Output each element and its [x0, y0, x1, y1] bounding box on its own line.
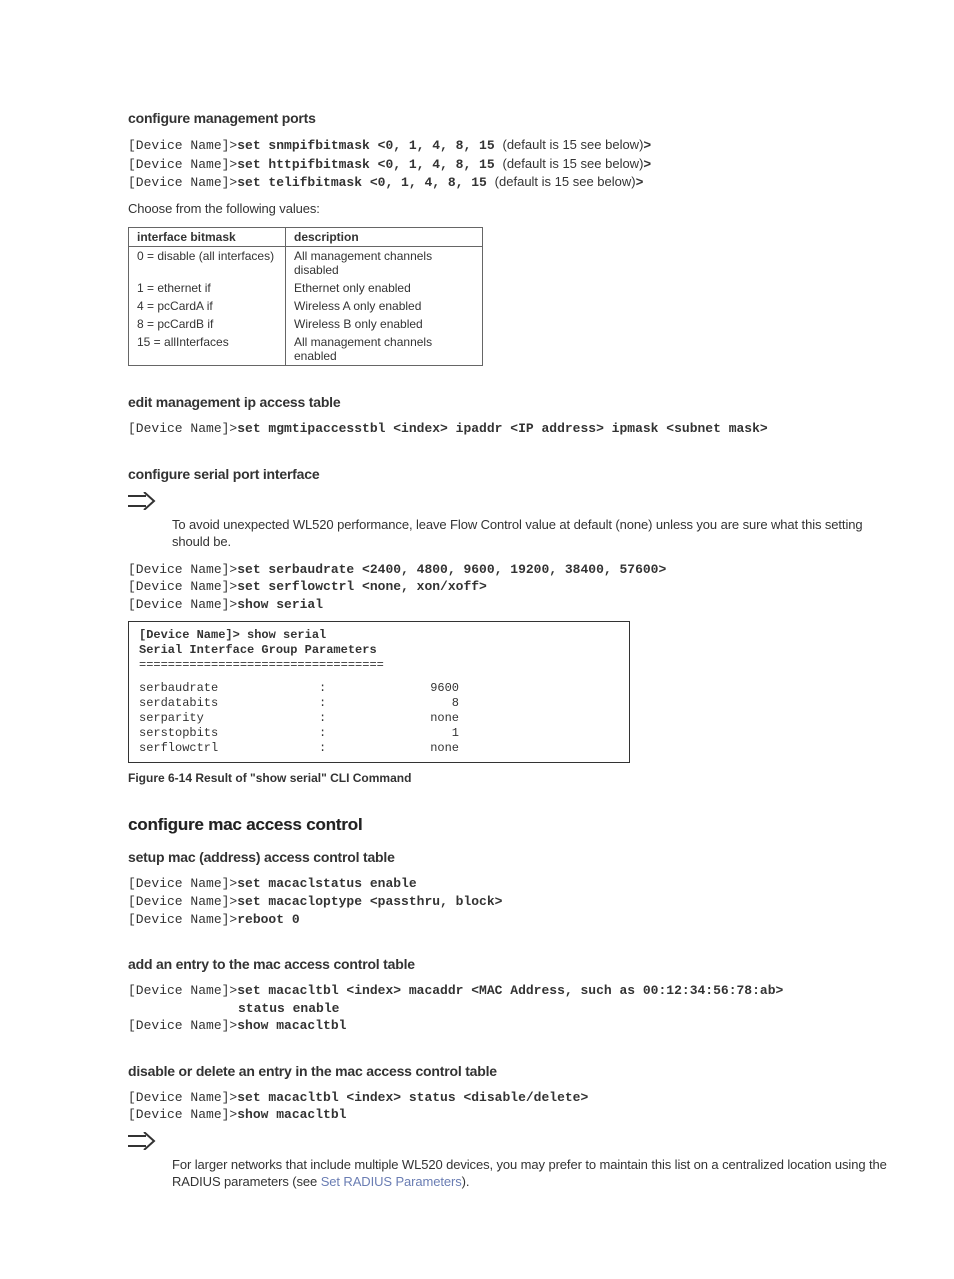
prompt: [Device Name]> — [128, 983, 237, 998]
figure-caption: Figure 6-14 Result of "show serial" CLI … — [128, 771, 894, 785]
cli-block-disable-mac: [Device Name]>set macacltbl <index> stat… — [128, 1089, 894, 1124]
link-set-radius-parameters[interactable]: Set RADIUS Parameters — [321, 1174, 462, 1189]
note-text: For larger networks that include multipl… — [172, 1156, 894, 1191]
note-arrow-icon — [128, 492, 156, 510]
serial-output-row: serdatabits:8 — [139, 696, 619, 711]
cli-block-setup-mac: [Device Name]>set macaclstatus enable [D… — [128, 875, 894, 928]
cli-cmd: set telifbitmask <0, 1, 4, 8, 15 — [237, 175, 494, 190]
heading-configure-mac-access-control: configure mac access control — [128, 815, 894, 835]
cli-cmd: set macacloptype <passthru, block> — [237, 894, 502, 909]
prompt: [Device Name]> — [128, 562, 237, 577]
table-row: 1 = ethernet ifEthernet only enabled — [129, 279, 483, 297]
cli-cmd: set serbaudrate <2400, 4800, 9600, 19200… — [237, 562, 666, 577]
section-configure-serial-port-interface: configure serial port interface To avoid… — [128, 466, 894, 786]
prompt: [Device Name]> — [128, 876, 237, 891]
cli-cmd: show serial — [237, 597, 323, 612]
prompt: [Device Name]> — [128, 138, 237, 153]
serial-output-row: serbaudrate:9600 — [139, 681, 619, 696]
prompt: [Device Name]> — [128, 894, 237, 909]
cli-cmd: set mgmtipaccesstbl <index> ipaddr <IP a… — [237, 421, 768, 436]
note-arrow-icon — [128, 1132, 156, 1150]
prompt: [Device Name]> — [128, 912, 237, 927]
cli-block-serial: [Device Name]>set serbaudrate <2400, 480… — [128, 561, 894, 614]
table-row: 8 = pcCardB ifWireless B only enabled — [129, 315, 483, 333]
heading-configure-management-ports: configure management ports — [128, 110, 894, 126]
cli-cmd: status enable — [238, 1001, 339, 1016]
note-text: To avoid unexpected WL520 performance, l… — [172, 516, 894, 551]
prompt: [Device Name]> — [128, 597, 237, 612]
serial-output-line: [Device Name]> show serial — [139, 628, 619, 643]
serial-output-sep: ================================== — [139, 658, 619, 673]
cli-cmd: set httpifbitmask <0, 1, 4, 8, 15 — [237, 157, 502, 172]
heading-disable-delete-mac-entry: disable or delete an entry in the mac ac… — [128, 1063, 894, 1079]
serial-output-row: serstopbits:1 — [139, 726, 619, 741]
prompt: [Device Name]> — [128, 1090, 237, 1105]
table-header: interface bitmask — [129, 228, 286, 247]
cli-block-add-mac: [Device Name]>set macacltbl <index> maca… — [128, 982, 894, 1035]
serial-output-row: serparity:none — [139, 711, 619, 726]
serial-output-box: [Device Name]> show serial Serial Interf… — [128, 621, 630, 763]
heading-edit-management-ip-access-table: edit management ip access table — [128, 394, 894, 410]
section-edit-management-ip-access-table: edit management ip access table [Device … — [128, 394, 894, 438]
table-row: 4 = pcCardA ifWireless A only enabled — [129, 297, 483, 315]
section-disable-delete-mac-entry: disable or delete an entry in the mac ac… — [128, 1063, 894, 1191]
cli-cmd: set macaclstatus enable — [237, 876, 416, 891]
cli-block-management-ports: [Device Name]>set snmpifbitmask <0, 1, 4… — [128, 136, 894, 192]
serial-output-line: Serial Interface Group Parameters — [139, 643, 619, 658]
heading-setup-mac-access-table: setup mac (address) access control table — [128, 849, 894, 865]
prompt: [Device Name]> — [128, 1107, 237, 1122]
interface-bitmask-table: interface bitmask description 0 = disabl… — [128, 227, 483, 366]
section-configure-management-ports: configure management ports [Device Name]… — [128, 110, 894, 366]
table-row: 0 = disable (all interfaces)All manageme… — [129, 247, 483, 280]
cli-cmd: show macacltbl — [237, 1018, 346, 1033]
heading-configure-serial-port-interface: configure serial port interface — [128, 466, 894, 482]
prompt: [Device Name]> — [128, 421, 237, 436]
cli-cmd: reboot 0 — [237, 912, 299, 927]
cli-cmd: set macacltbl <index> macaddr <MAC Addre… — [237, 983, 791, 998]
prompt: [Device Name]> — [128, 579, 237, 594]
cli-cmd: show macacltbl — [237, 1107, 346, 1122]
cli-cmd: set macacltbl <index> status <disable/de… — [237, 1090, 588, 1105]
table-header: description — [286, 228, 483, 247]
table-row: 15 = allInterfacesAll management channel… — [129, 333, 483, 366]
prompt: [Device Name]> — [128, 157, 237, 172]
heading-add-mac-entry: add an entry to the mac access control t… — [128, 956, 894, 972]
prompt: [Device Name]> — [128, 175, 237, 190]
serial-output-row: serflowctrl:none — [139, 741, 619, 756]
cli-cmd: set serflowctrl <none, xon/xoff> — [237, 579, 487, 594]
cli-cmd: set snmpifbitmask <0, 1, 4, 8, 15 — [237, 138, 502, 153]
choose-text: Choose from the following values: — [128, 200, 894, 218]
cli-block-ip-access: [Device Name]>set mgmtipaccesstbl <index… — [128, 420, 894, 438]
prompt: [Device Name]> — [128, 1018, 237, 1033]
section-add-mac-entry: add an entry to the mac access control t… — [128, 956, 894, 1035]
section-setup-mac-access-table: setup mac (address) access control table… — [128, 849, 894, 928]
